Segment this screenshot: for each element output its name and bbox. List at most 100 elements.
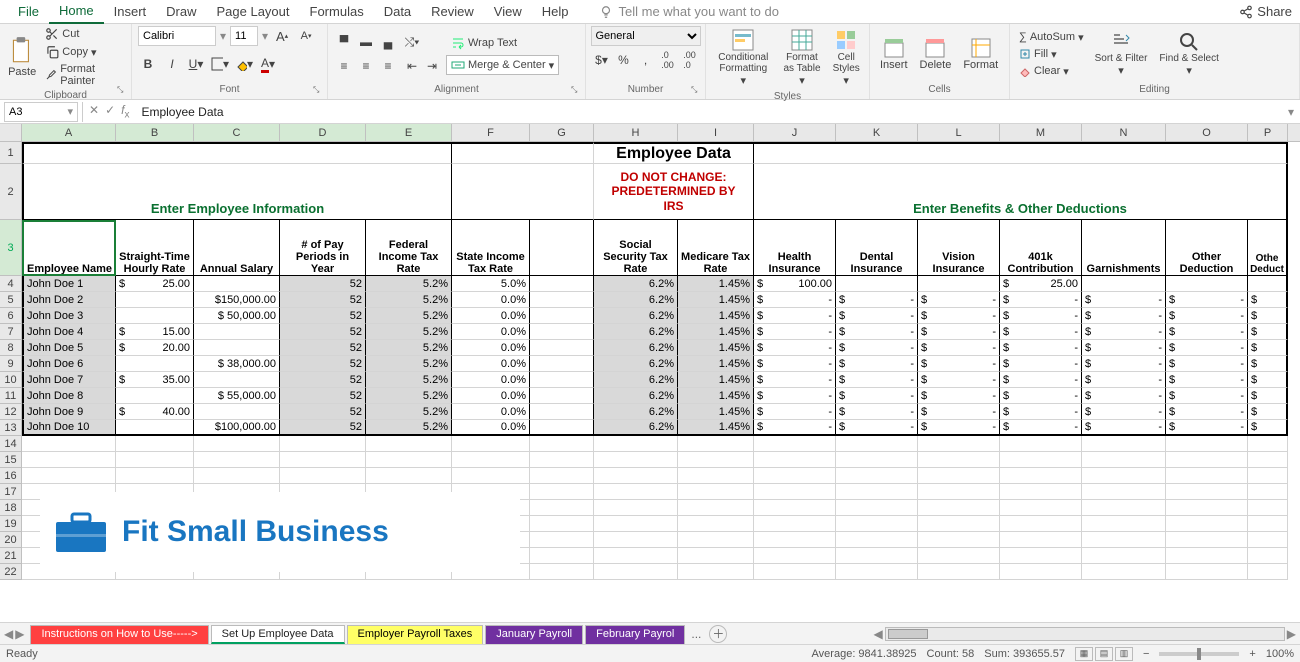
align-top-icon[interactable]: ▀ xyxy=(334,32,354,52)
cell[interactable]: $40.00 xyxy=(116,404,194,420)
cell-H1[interactable]: Employee Data xyxy=(594,142,754,164)
cell[interactable]: 5.2% xyxy=(366,308,452,324)
row-14[interactable]: 14 xyxy=(0,436,22,452)
cell[interactable]: $- xyxy=(1000,340,1082,356)
menu-formulas[interactable]: Formulas xyxy=(300,0,374,23)
cell[interactable]: 52 xyxy=(280,340,366,356)
cell[interactable]: $100,000.00 xyxy=(194,420,280,436)
share-button[interactable]: Share xyxy=(1239,4,1292,19)
cell[interactable]: 1.45% xyxy=(678,356,754,372)
name-box-dropdown-icon[interactable]: ▾ xyxy=(67,105,73,118)
cell[interactable]: 0.0% xyxy=(452,292,530,308)
wrap-text-button[interactable]: Wrap Text xyxy=(446,33,559,53)
cell[interactable] xyxy=(754,548,836,564)
hdr-I[interactable]: Medicare Tax Rate xyxy=(678,220,754,276)
cell[interactable] xyxy=(1082,276,1166,292)
cell[interactable]: $25.00 xyxy=(1000,276,1082,292)
col-H[interactable]: H xyxy=(594,124,678,141)
tab-prev-icon[interactable]: ◀ xyxy=(4,627,13,641)
hdr-J[interactable]: Health Insurance xyxy=(754,220,836,276)
row-12[interactable]: 12 xyxy=(0,404,22,420)
sort-filter-button[interactable]: Sort & Filter▾ xyxy=(1091,29,1152,79)
cell[interactable]: $- xyxy=(836,324,918,340)
cell[interactable] xyxy=(1082,564,1166,580)
cell[interactable]: John Doe 10 xyxy=(22,420,116,436)
hdr-K[interactable]: Dental Insurance xyxy=(836,220,918,276)
cell[interactable] xyxy=(1000,468,1082,484)
cell[interactable] xyxy=(1082,548,1166,564)
cell[interactable] xyxy=(1000,436,1082,452)
cell[interactable]: $- xyxy=(918,404,1000,420)
cell[interactable]: $- xyxy=(918,388,1000,404)
menu-home[interactable]: Home xyxy=(49,0,104,24)
cell[interactable] xyxy=(678,436,754,452)
col-F[interactable]: F xyxy=(452,124,530,141)
cell[interactable]: $ xyxy=(1248,324,1288,340)
col-J[interactable]: J xyxy=(754,124,836,141)
cell[interactable] xyxy=(1166,500,1248,516)
cell[interactable]: $100.00 xyxy=(754,276,836,292)
menu-help[interactable]: Help xyxy=(532,0,579,23)
cell[interactable] xyxy=(836,564,918,580)
hdr-O[interactable]: Other Deduction xyxy=(1166,220,1248,276)
cell[interactable]: $- xyxy=(1000,404,1082,420)
paste-button[interactable]: Paste xyxy=(6,34,38,80)
cell[interactable]: $- xyxy=(836,388,918,404)
find-select-button[interactable]: Find & Select▾ xyxy=(1155,29,1222,79)
select-all-corner[interactable] xyxy=(0,124,22,141)
cell[interactable] xyxy=(1082,532,1166,548)
cell[interactable] xyxy=(1248,548,1288,564)
cell[interactable] xyxy=(116,420,194,436)
cell[interactable]: 6.2% xyxy=(594,292,678,308)
hdr-G[interactable] xyxy=(530,220,594,276)
cell[interactable]: 5.2% xyxy=(366,372,452,388)
cell[interactable]: 5.2% xyxy=(366,324,452,340)
cell[interactable] xyxy=(836,500,918,516)
cell[interactable]: 0.0% xyxy=(452,372,530,388)
row-13[interactable]: 13 xyxy=(0,420,22,436)
cell[interactable]: $ xyxy=(1248,356,1288,372)
cell[interactable] xyxy=(754,516,836,532)
cell-F1[interactable] xyxy=(452,142,594,164)
col-I[interactable]: I xyxy=(678,124,754,141)
cell[interactable] xyxy=(530,292,594,308)
align-left-icon[interactable]: ≡ xyxy=(334,56,354,76)
cell[interactable]: $ xyxy=(1248,292,1288,308)
cell[interactable]: 6.2% xyxy=(594,420,678,436)
cell[interactable]: $- xyxy=(1166,372,1248,388)
cell[interactable] xyxy=(1082,500,1166,516)
hdr-E[interactable]: Federal Income Tax Rate xyxy=(366,220,452,276)
cell[interactable] xyxy=(1166,548,1248,564)
cell[interactable] xyxy=(1166,436,1248,452)
col-K[interactable]: K xyxy=(836,124,918,141)
cell[interactable]: $- xyxy=(1166,340,1248,356)
cell[interactable] xyxy=(1248,500,1288,516)
cell[interactable]: 1.45% xyxy=(678,324,754,340)
cell[interactable] xyxy=(530,276,594,292)
cell[interactable]: John Doe 1 xyxy=(22,276,116,292)
cell[interactable]: $- xyxy=(918,356,1000,372)
cell[interactable]: 52 xyxy=(280,308,366,324)
cell[interactable] xyxy=(1166,532,1248,548)
cell[interactable]: 1.45% xyxy=(678,308,754,324)
number-launcher[interactable]: ⤡ xyxy=(691,85,703,97)
menu-draw[interactable]: Draw xyxy=(156,0,206,23)
col-N[interactable]: N xyxy=(1082,124,1166,141)
cell[interactable] xyxy=(594,484,678,500)
row-15[interactable]: 15 xyxy=(0,452,22,468)
cell[interactable]: $- xyxy=(1082,324,1166,340)
cell[interactable] xyxy=(678,452,754,468)
cell[interactable] xyxy=(1248,564,1288,580)
cell[interactable] xyxy=(836,436,918,452)
cell[interactable] xyxy=(918,532,1000,548)
orientation-button[interactable]: ⤭▾ xyxy=(402,32,422,52)
align-center-icon[interactable]: ≡ xyxy=(356,56,376,76)
cell[interactable]: 6.2% xyxy=(594,308,678,324)
cell[interactable]: $- xyxy=(1166,308,1248,324)
cell[interactable]: $- xyxy=(1082,372,1166,388)
cell[interactable]: 5.2% xyxy=(366,420,452,436)
cell[interactable] xyxy=(594,548,678,564)
zoom-out-button[interactable]: − xyxy=(1143,648,1149,660)
cell[interactable] xyxy=(594,452,678,468)
cell[interactable]: 52 xyxy=(280,276,366,292)
